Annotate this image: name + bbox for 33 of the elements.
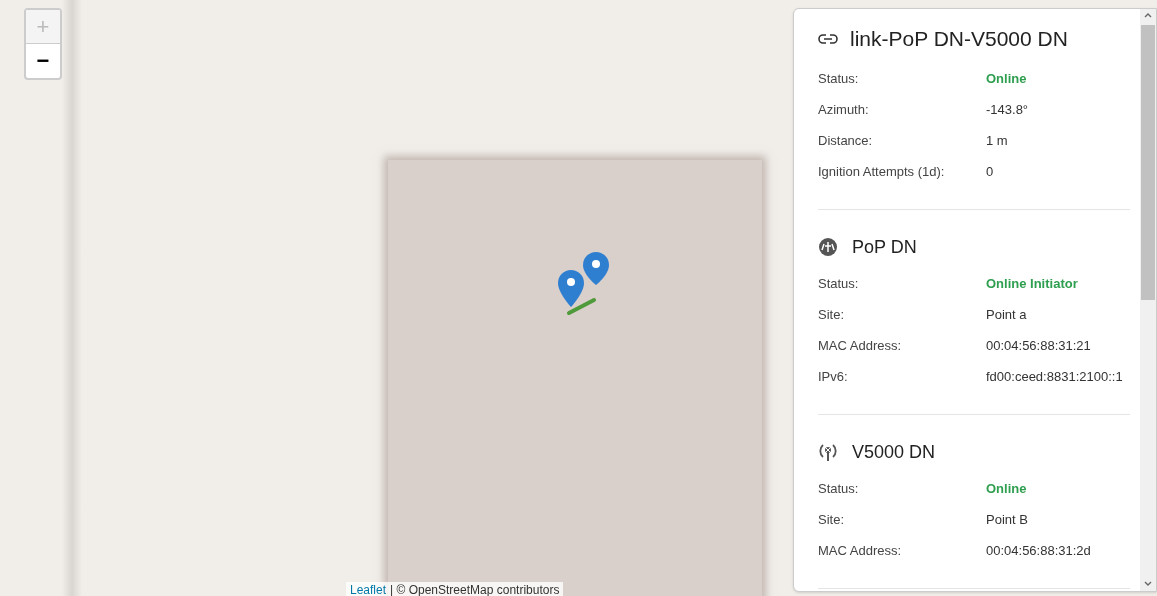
scroll-thumb[interactable] [1141, 25, 1155, 300]
link-icon [818, 33, 838, 45]
attribution-text: | © OpenStreetMap contributors [390, 582, 560, 596]
node-icon [818, 237, 838, 257]
scrollbar[interactable] [1140, 9, 1156, 591]
field-value: Point a [986, 305, 1027, 324]
field-label: Status: [818, 274, 860, 293]
leaflet-link[interactable]: Leaflet [350, 582, 387, 596]
field-label: MAC Address: [818, 541, 903, 560]
field-value: 1 m [986, 131, 1008, 150]
field-value: Online [986, 69, 1027, 88]
field-value: -143.8° [986, 100, 1029, 119]
antenna-icon [818, 442, 838, 462]
section-title: V5000 DN [852, 440, 936, 464]
field-label: Ignition Attempts (1d): [818, 162, 946, 181]
field-value: 00:04:56:88:31:21 [986, 336, 1091, 355]
field-label: Distance: [818, 131, 874, 150]
field-label: MAC Address: [818, 336, 903, 355]
field-label: Status: [818, 479, 860, 498]
field-label: Site: [818, 305, 845, 324]
field-value: Online Initiator [986, 274, 1078, 293]
field-label: Site: [818, 510, 845, 529]
zoom-out-button[interactable]: − [26, 44, 60, 78]
field-value: Point B [986, 510, 1028, 529]
field-value: Online [986, 479, 1027, 498]
panel-title: link-PoP DN-V5000 DN [850, 26, 1068, 53]
field-value: fd00:ceed:8831:2100::1 [986, 367, 1123, 386]
field-value: 00:04:56:88:31:2d [986, 541, 1091, 560]
field-value: 0 [986, 162, 994, 181]
field-label: IPv6: [818, 367, 849, 386]
field-label: Status: [818, 69, 860, 88]
section-title: PoP DN [852, 235, 917, 259]
field-label: Azimuth: [818, 100, 870, 119]
